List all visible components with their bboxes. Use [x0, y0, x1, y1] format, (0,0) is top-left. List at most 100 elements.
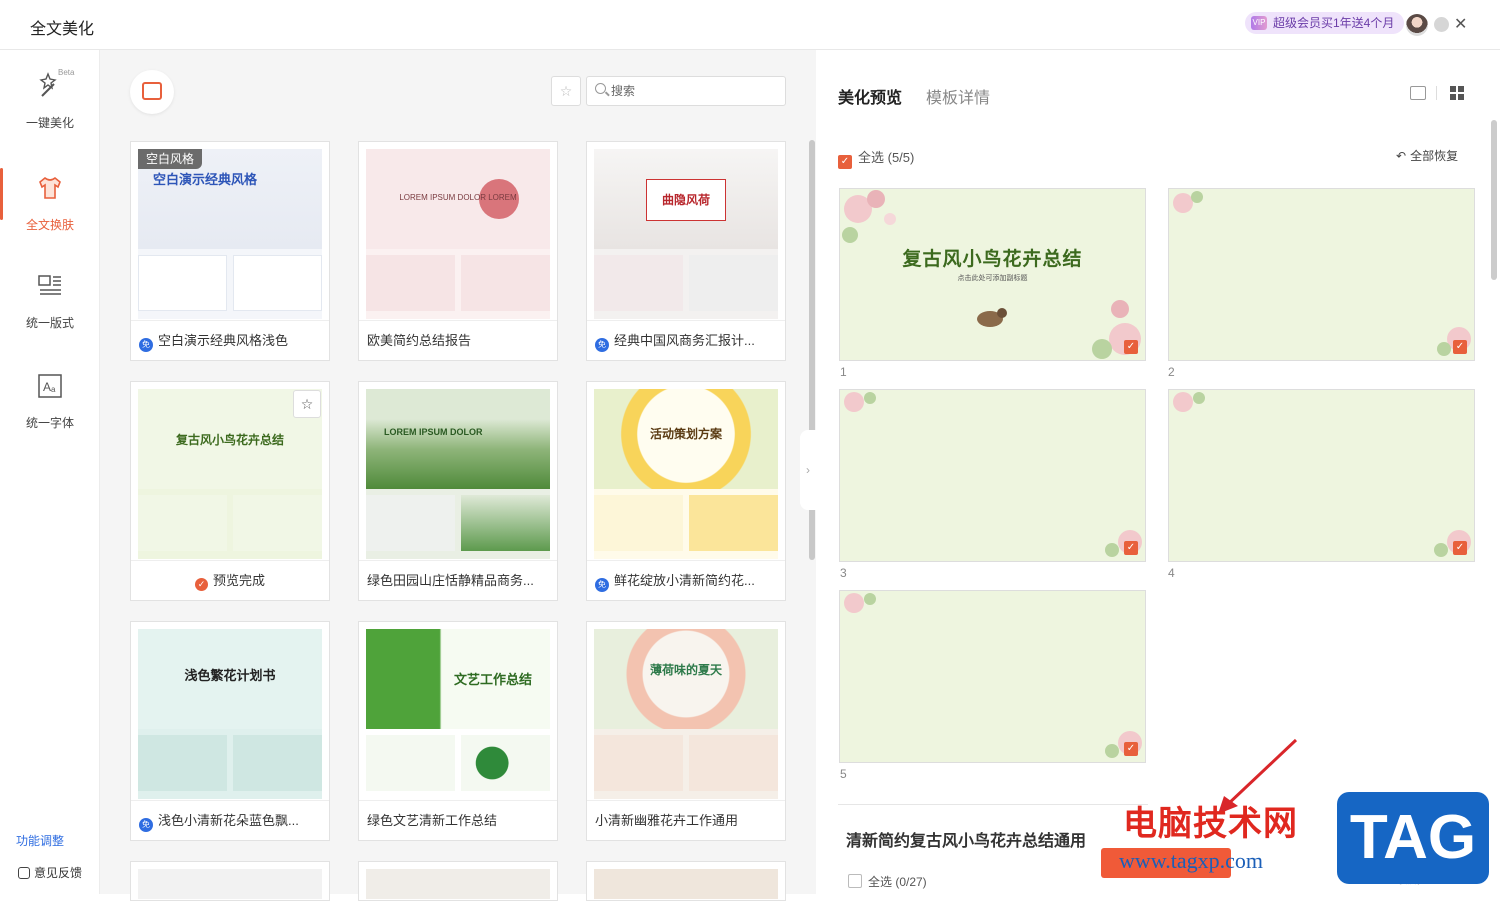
template-thumbnail: 活动策划方案 — [594, 389, 778, 559]
sidebar-item-font[interactable]: Aa 统一字体 — [0, 372, 100, 452]
thumb-slide-sub — [461, 255, 550, 311]
template-thumbnail — [138, 869, 322, 899]
slide-checkbox[interactable]: ✓ — [1453, 541, 1467, 555]
favorites-star-button[interactable]: ☆ — [551, 76, 581, 106]
avatar[interactable] — [1406, 14, 1428, 36]
thumb-title: 活动策划方案 — [649, 427, 722, 441]
template-card[interactable]: 浅色繁花计划书 免浅色小清新花朵蓝色飘... — [130, 621, 330, 841]
template-panel: ☆ 空白演示经典风格 空白风格 免空白演示经典风格浅色 LOREM IPSUM … — [100, 50, 816, 901]
free-badge-icon: 免 — [595, 578, 609, 592]
template-name: 绿色田园山庄恬静精品商务... — [367, 573, 534, 588]
card-favorite-star-button[interactable]: ☆ — [293, 390, 321, 418]
collapse-panel-chevron-icon[interactable]: › — [800, 430, 816, 510]
feature-adjust-link[interactable]: 功能调整 — [16, 832, 64, 849]
slide-checkbox[interactable]: ✓ — [1124, 541, 1138, 555]
slide-checkbox[interactable]: ✓ — [1453, 340, 1467, 354]
template-caption: 欧美简约总结报告 — [359, 320, 557, 360]
free-badge-icon: 免 — [139, 338, 153, 352]
template-thumbnail — [366, 869, 550, 899]
sidebar-item-label: 统一版式 — [25, 316, 74, 330]
thumb-slide-main: LOREM IPSUM DOLOR LOREM — [366, 149, 550, 249]
floral-decoration — [1173, 191, 1471, 356]
image-view-icon[interactable] — [1410, 86, 1426, 100]
thumb-slide-sub — [594, 735, 683, 791]
grid-view-icon[interactable] — [1450, 86, 1464, 100]
sidebar-item-one-click[interactable]: Beta 一键美化 — [0, 68, 100, 152]
template-caption: 绿色田园山庄恬静精品商务... — [359, 560, 557, 600]
divider — [1436, 86, 1437, 100]
preview-slide[interactable]: ✓ — [839, 389, 1146, 562]
template-card[interactable] — [130, 861, 330, 901]
template-caption: 绿色文艺清新工作总结 — [359, 800, 557, 840]
template-card[interactable]: 活动策划方案 免鲜花绽放小清新简约花... — [586, 381, 786, 601]
search-box[interactable] — [586, 76, 786, 106]
slide-checkbox[interactable]: ✓ — [1124, 742, 1138, 756]
template-card[interactable]: 曲隐风荷 免经典中国风商务汇报计... — [586, 141, 786, 361]
template-thumbnail: 曲隐风荷 — [594, 149, 778, 319]
thumb-slide-main: 曲隐风荷 — [594, 149, 778, 249]
select-all-pages-checkbox[interactable]: 全选 (0/27) — [848, 873, 927, 890]
template-library-logo[interactable] — [130, 70, 174, 114]
title-bar: 全文美化 VIP 超级会员买1年送4个月 ✕ — [0, 0, 1500, 50]
thumb-title: 浅色繁花计划书 — [184, 668, 276, 683]
template-card[interactable]: LOREM IPSUM DOLOR LOREM 欧美简约总结报告 — [358, 141, 558, 361]
template-caption: 免空白演示经典风格浅色 — [131, 320, 329, 360]
sidebar-item-skin[interactable]: 全文换肤 — [0, 168, 100, 254]
preview-slide[interactable]: 复古风小鸟花卉总结 点击此处可添加副标题 ✓ — [839, 188, 1146, 361]
restore-all-button[interactable]: ↶ 全部恢复 — [1396, 147, 1458, 164]
thumb-slide-sub — [233, 495, 322, 551]
slide-checkbox[interactable]: ✓ — [1124, 340, 1138, 354]
preview-slide[interactable]: ✓ — [1168, 389, 1475, 562]
thumb-title: 空白演示经典风格 — [153, 172, 258, 187]
shirt-icon — [39, 176, 61, 199]
template-card[interactable]: 薄荷味的夏天 小清新幽雅花卉工作通用 — [586, 621, 786, 841]
template-thumbnail: LOREM IPSUM DOLOR LOREM — [366, 149, 550, 319]
app-title: 全文美化 — [30, 21, 95, 38]
preview-scrollbar[interactable] — [1491, 120, 1497, 280]
template-name: 浅色小清新花朵蓝色飘... — [158, 813, 299, 828]
preview-status: 预览完成 — [212, 573, 265, 588]
template-thumbnail: 浅色繁花计划书 — [138, 629, 322, 799]
thumb-slide-main: 浅色繁花计划书 — [138, 629, 322, 729]
thumb-slide-main: 活动策划方案 — [594, 389, 778, 489]
thumb-slide-sub — [138, 735, 227, 791]
close-icon[interactable]: ✕ — [1454, 14, 1467, 34]
preview-slide[interactable]: ✓ — [839, 590, 1146, 763]
preview-slide[interactable]: ✓ — [1168, 188, 1475, 361]
feedback-icon — [18, 867, 30, 879]
search-input[interactable] — [611, 81, 779, 101]
select-all-pages-label: 全选 (0/27) — [868, 875, 927, 889]
template-card[interactable]: 复古风小鸟花卉总结 ☆ ✓ 预览完成 — [130, 381, 330, 601]
template-card[interactable]: 文艺工作总结 绿色文艺清新工作总结 — [358, 621, 558, 841]
feedback-link[interactable]: 意见反馈 — [18, 864, 82, 881]
settings-icon[interactable] — [1434, 17, 1449, 32]
thumb-slide-sub — [461, 495, 550, 551]
template-caption: 小清新幽雅花卉工作通用 — [587, 800, 785, 840]
template-card[interactable]: 空白演示经典风格 空白风格 免空白演示经典风格浅色 — [130, 141, 330, 361]
checkbox-unchecked-icon — [848, 874, 862, 888]
check-circle-icon: ✓ — [194, 578, 208, 591]
vip-promo-badge[interactable]: VIP 超级会员买1年送4个月 — [1245, 12, 1405, 34]
select-all-checkbox[interactable]: ✓ 全选 (5/5) — [838, 147, 914, 169]
template-name: 欧美简约总结报告 — [367, 333, 472, 348]
template-card[interactable]: LOREM IPSUM DOLOR 绿色田园山庄恬静精品商务... — [358, 381, 558, 601]
sidebar-item-layout[interactable]: 统一版式 — [0, 272, 100, 352]
thumb-slide-main: LOREM IPSUM DOLOR — [366, 389, 550, 489]
template-card[interactable] — [586, 861, 786, 901]
template-caption: 免经典中国风商务汇报计... — [587, 320, 785, 360]
template-name: 绿色文艺清新工作总结 — [367, 813, 498, 828]
slide-number: 5 — [840, 767, 847, 781]
thumb-title: 复古风小鸟花卉总结 — [175, 433, 284, 447]
box-icon — [142, 82, 162, 100]
floral-decoration — [844, 392, 1142, 557]
template-caption: ✓ 预览完成 — [131, 560, 329, 600]
floral-decoration — [1173, 392, 1471, 557]
svg-text:A: A — [43, 380, 51, 394]
template-thumbnail: 薄荷味的夏天 — [594, 629, 778, 799]
template-thumbnail: 文艺工作总结 — [366, 629, 550, 799]
tab-beautify-preview[interactable]: 美化预览 — [838, 84, 902, 108]
template-card[interactable] — [358, 861, 558, 901]
template-name: 空白演示经典风格浅色 — [158, 333, 289, 348]
layout-icon — [38, 275, 61, 295]
tab-template-details[interactable]: 模板详情 — [926, 84, 990, 108]
